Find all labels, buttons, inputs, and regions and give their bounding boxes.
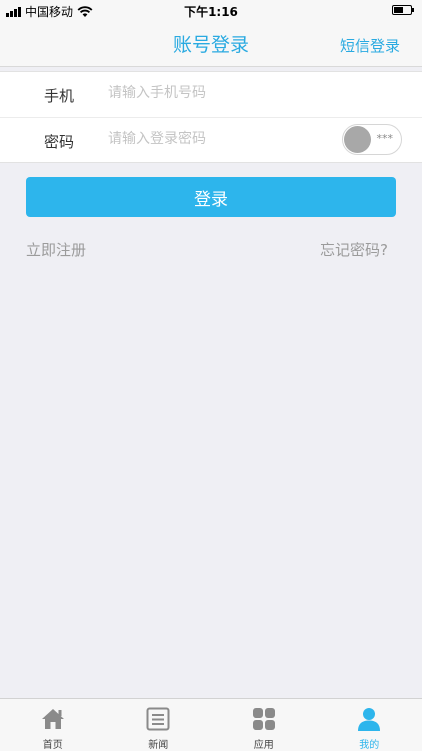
login-form: 手机 密码 ***: [0, 71, 422, 163]
tab-label: 应用: [211, 736, 317, 751]
phone-row: 手机: [0, 72, 422, 117]
tab-label: 我的: [317, 736, 422, 751]
toggle-knob: [344, 126, 371, 153]
tab-home[interactable]: 首页: [0, 699, 106, 751]
register-link[interactable]: 立即注册: [26, 239, 86, 260]
apps-icon: [251, 706, 277, 732]
tab-label: 新闻: [106, 736, 212, 751]
password-visibility-toggle[interactable]: ***: [342, 124, 402, 155]
tab-mine[interactable]: 我的: [317, 699, 422, 751]
phone-label: 手机: [44, 85, 74, 106]
forgot-password-link[interactable]: 忘记密码?: [320, 239, 388, 260]
tab-bar: 首页 新闻 应用 我的: [0, 698, 422, 751]
status-time: 下午1:16: [0, 3, 422, 20]
tab-news[interactable]: 新闻: [106, 699, 212, 751]
tab-label: 首页: [0, 736, 106, 751]
user-icon: [356, 706, 382, 732]
battery-icon: [392, 5, 412, 15]
tab-apps[interactable]: 应用: [211, 699, 317, 751]
password-input[interactable]: [106, 130, 330, 148]
password-row: 密码 ***: [0, 117, 422, 163]
login-button[interactable]: 登录: [26, 177, 396, 217]
sms-login-button[interactable]: 短信登录: [340, 35, 400, 56]
home-icon: [40, 706, 66, 732]
nav-bar: 账号登录 短信登录: [0, 22, 422, 67]
password-label: 密码: [44, 131, 74, 152]
phone-input[interactable]: [106, 84, 330, 102]
toggle-mask-text: ***: [377, 132, 394, 145]
news-icon: [145, 706, 171, 732]
status-bar: 中国移动 下午1:16: [0, 0, 422, 22]
